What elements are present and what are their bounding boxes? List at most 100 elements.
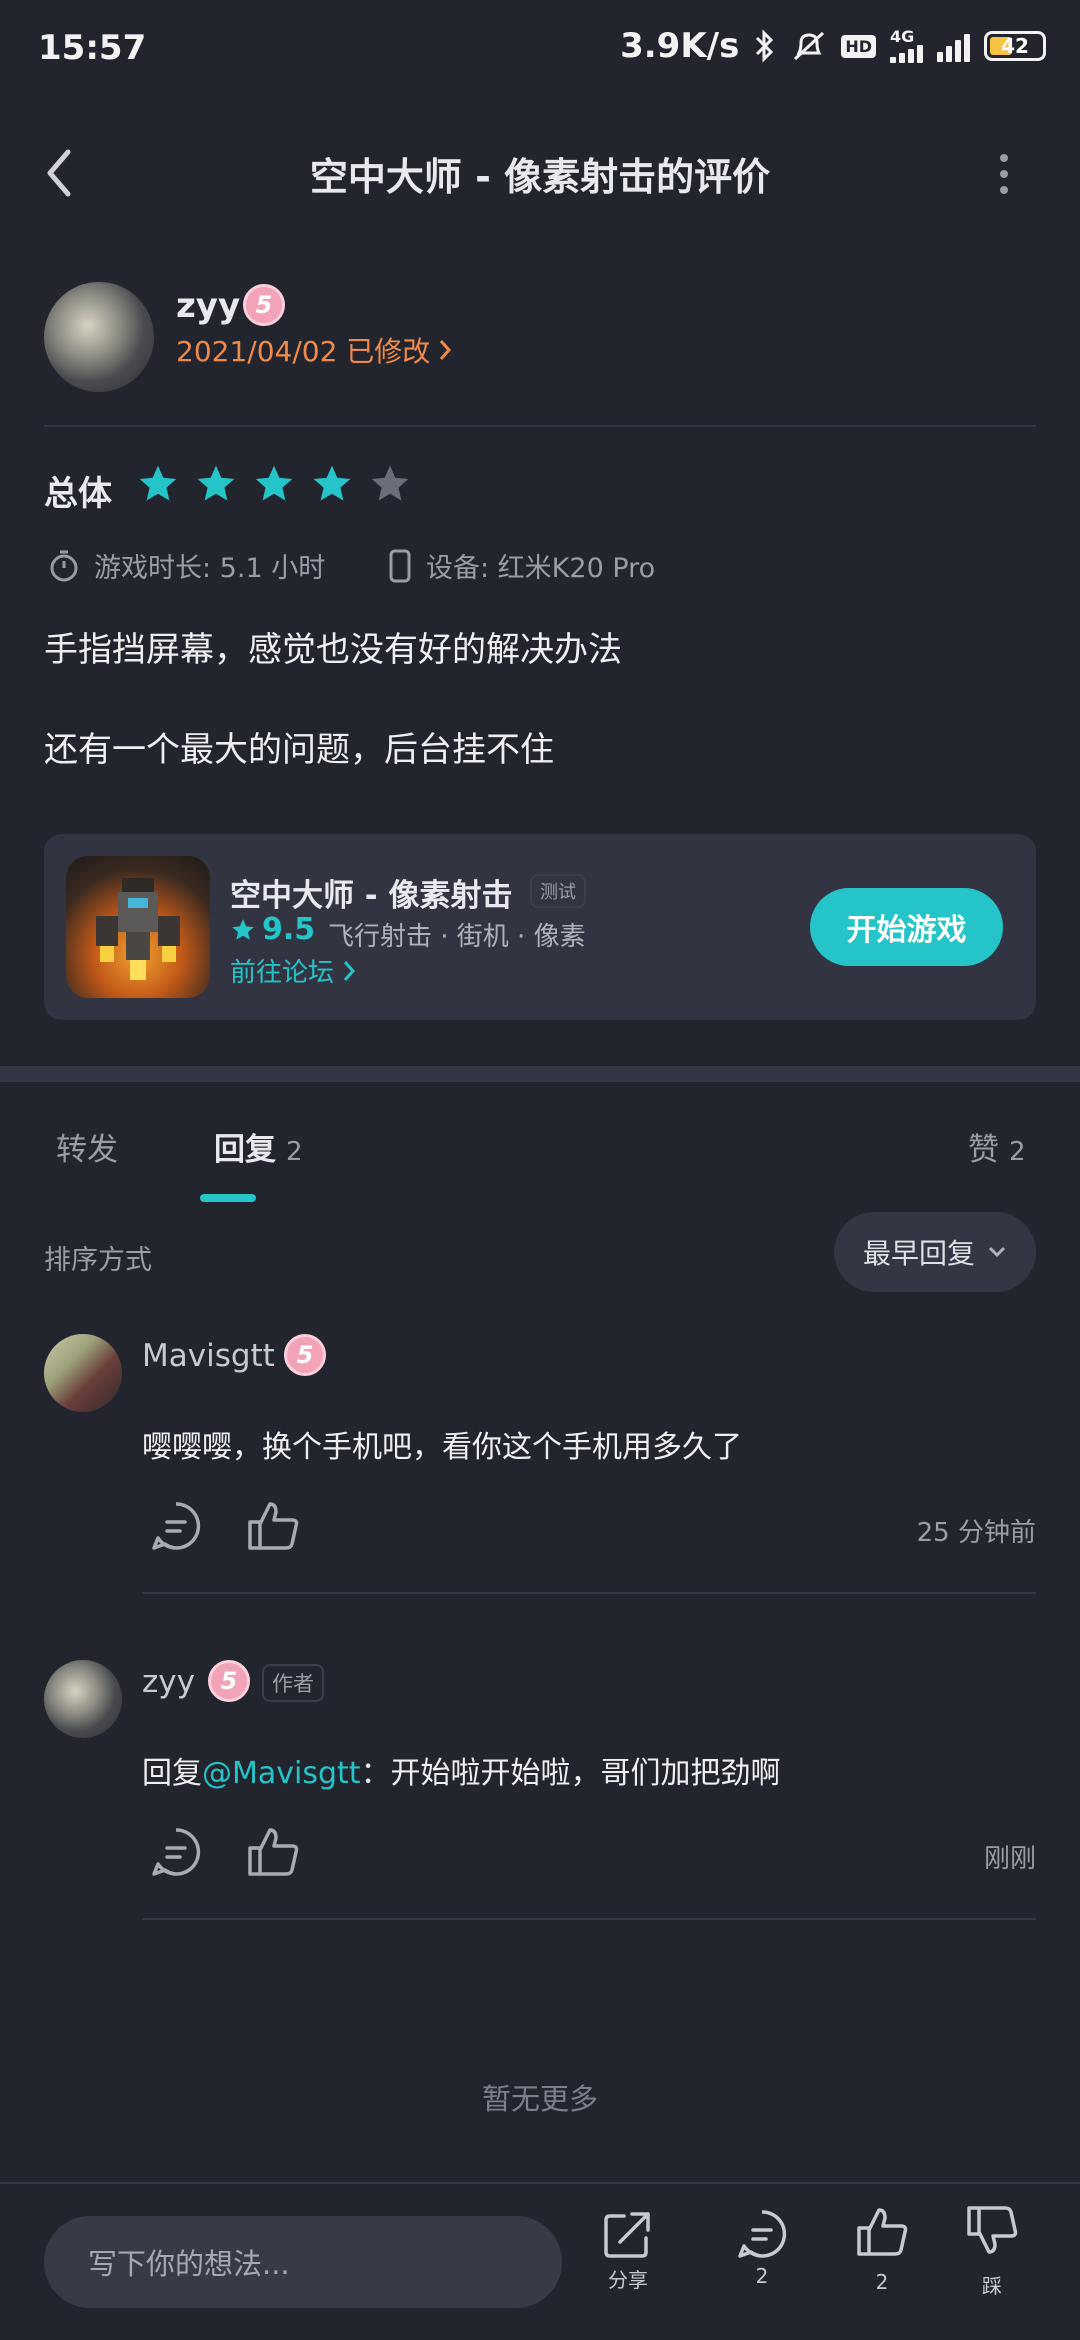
reply-author[interactable]: Mavisgtt	[142, 1338, 275, 1374]
star-empty-icon	[371, 465, 409, 501]
tab-likes-label: 赞	[968, 1132, 999, 1168]
comment-button[interactable]: 2	[732, 2208, 792, 2288]
reply-avatar[interactable]	[44, 1660, 122, 1738]
author-tag: 作者	[262, 1664, 324, 1702]
divider	[142, 1918, 1036, 1920]
chevron-right-icon	[440, 340, 452, 360]
author-name[interactable]: zyy	[176, 286, 240, 326]
chevron-down-icon	[988, 1246, 1006, 1258]
tab-likes-count: 2	[1009, 1137, 1026, 1167]
tab-replies-count: 2	[286, 1137, 303, 1167]
reply-author[interactable]: zyy	[142, 1664, 195, 1700]
dislike-label: 踩	[982, 2274, 1002, 2298]
tab-replies-label: 回复	[214, 1132, 276, 1168]
sort-dropdown[interactable]: 最早回复	[834, 1212, 1036, 1292]
level-badge: 5	[284, 1334, 326, 1376]
mute-bell-icon	[794, 31, 825, 61]
section-separator	[0, 1066, 1080, 1082]
level-badge: 5	[208, 1660, 250, 1702]
star-filled-icon	[197, 465, 235, 501]
chevron-right-icon	[343, 960, 356, 981]
reply-avatar[interactable]	[44, 1334, 122, 1412]
game-icon[interactable]	[66, 856, 210, 998]
reply-time: 刚刚	[983, 1844, 1036, 1874]
share-button[interactable]: 分享	[598, 2208, 658, 2293]
reply-prefix: 回复	[142, 1756, 202, 1791]
author-avatar[interactable]	[44, 282, 154, 392]
game-score: 9.5	[230, 912, 315, 947]
review-date-text: 2021/04/02 已修改	[176, 335, 431, 368]
forum-link[interactable]: 前往论坛	[230, 952, 356, 989]
no-more-label: 暂无更多	[481, 2082, 598, 2116]
reply-mention[interactable]: @Mavisgtt	[202, 1756, 361, 1791]
reply-text: 回复@Mavisgtt：开始啦开始啦，哥们加把劲啊	[142, 1748, 781, 1792]
play-time-text: 游戏时长: 5.1 小时	[94, 553, 326, 584]
game-genres: 飞行射击 · 街机 · 像素	[328, 922, 586, 952]
divider	[44, 425, 1036, 427]
tab-likes[interactable]: 赞 2	[968, 1124, 1026, 1169]
star-small-icon	[232, 918, 254, 940]
level-badge: 5	[243, 284, 285, 326]
network-type: 4G	[890, 27, 915, 46]
rating-stars	[136, 462, 412, 506]
reply-text: 嘤嘤嘤，换个手机吧，看你这个手机用多久了	[142, 1430, 742, 1465]
status-bar: 15:57 3.9K/s HD 4G 42	[0, 0, 1080, 95]
status-icons: 3.9K/s HD 4G 42	[620, 26, 1046, 66]
share-label: 分享	[608, 2268, 648, 2292]
tab-replies[interactable]: 回复 2	[214, 1124, 303, 1169]
review-date[interactable]: 2021/04/02 已修改	[176, 330, 452, 370]
signal-bars-1-icon	[890, 45, 923, 63]
play-game-button[interactable]: 开始游戏	[810, 888, 1003, 966]
sort-selected: 最早回复	[862, 1237, 975, 1270]
sort-label: 排序方式	[44, 1245, 152, 1276]
share-icon	[604, 2212, 650, 2258]
tab-forward[interactable]: 转发	[56, 1124, 118, 1169]
comment-icon[interactable]	[150, 1500, 202, 1552]
forum-link-text: 前往论坛	[230, 958, 335, 988]
level-number: 5	[255, 291, 273, 319]
status-time: 15:57	[38, 28, 147, 68]
thumbs-up-icon[interactable]	[246, 1498, 300, 1552]
reply-suffix: ：开始啦开始啦，哥们加把劲啊	[360, 1756, 781, 1791]
network-speed: 3.9K/s	[620, 26, 740, 66]
device-info: 设备: 红米K20 Pro	[388, 546, 655, 585]
like-button[interactable]: 2	[852, 2204, 912, 2294]
battery-level: 42	[1001, 34, 1029, 58]
reply-time: 25 分钟前	[916, 1518, 1036, 1548]
review-body-line1: 手指挡屏幕，感觉也没有好的解决办法	[44, 630, 622, 670]
star-filled-icon	[255, 465, 293, 501]
comment-icon[interactable]	[150, 1826, 202, 1878]
divider	[142, 1592, 1036, 1594]
spaceship-icon	[96, 878, 180, 980]
overall-label: 总体	[44, 474, 112, 514]
star-filled-icon	[139, 465, 177, 501]
battery-icon: 42	[984, 31, 1046, 61]
like-count: 2	[875, 2270, 889, 2294]
game-name[interactable]: 空中大师 - 像素射击	[230, 870, 512, 915]
back-arrow-icon[interactable]	[44, 148, 74, 198]
signal-bars-2-icon	[937, 30, 970, 62]
bluetooth-icon	[756, 29, 774, 63]
stopwatch-icon	[50, 550, 78, 581]
hd-badge: HD	[841, 34, 876, 58]
thumbs-up-icon[interactable]	[246, 1824, 300, 1878]
star-filled-icon	[313, 465, 351, 501]
page-title: 空中大师 - 像素射击的评价	[309, 155, 771, 199]
comment-input[interactable]: 写下你的想法...	[44, 2216, 562, 2308]
comment-icon	[738, 2210, 787, 2258]
tab-indicator	[200, 1194, 256, 1202]
thumbs-down-icon	[967, 2206, 1018, 2254]
dislike-button[interactable]: 踩	[962, 2204, 1022, 2299]
device-text: 设备: 红米K20 Pro	[426, 553, 656, 584]
more-icon[interactable]	[996, 152, 1012, 196]
review-body-line2: 还有一个最大的问题，后台挂不住	[44, 730, 554, 770]
thumbs-up-icon	[857, 2208, 908, 2256]
game-tag: 测试	[530, 874, 586, 908]
phone-icon	[389, 549, 411, 582]
game-score-value: 9.5	[262, 912, 316, 947]
signal-4g: 4G	[890, 29, 923, 63]
level-number: 5	[220, 1667, 238, 1695]
level-number: 5	[296, 1341, 314, 1369]
comment-count: 2	[755, 2264, 769, 2288]
play-time: 游戏时长: 5.1 小时	[48, 546, 325, 585]
